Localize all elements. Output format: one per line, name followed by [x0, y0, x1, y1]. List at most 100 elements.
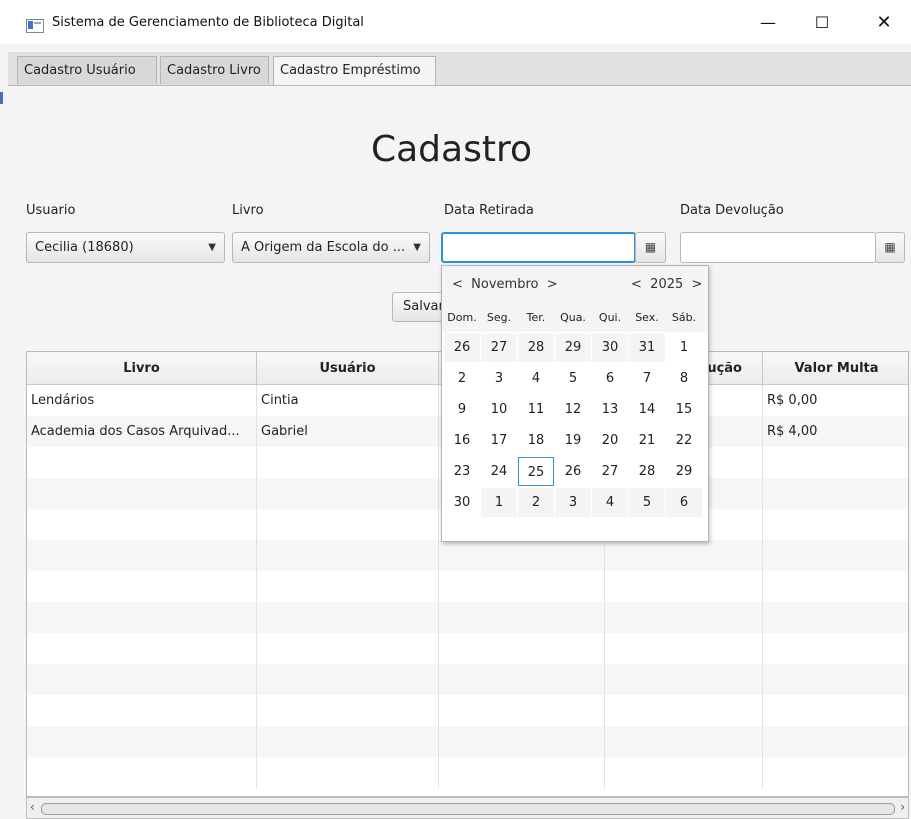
- livro-select[interactable]: A Origem da Escola do ... ▼: [232, 232, 430, 263]
- empty-cell: [27, 664, 257, 695]
- calendar-day[interactable]: 9: [444, 395, 480, 424]
- calendar-day[interactable]: 2: [518, 488, 554, 517]
- calendar-day[interactable]: 27: [592, 457, 628, 486]
- empty-row: [27, 602, 908, 633]
- horizontal-scrollbar[interactable]: ‹ ›: [26, 797, 909, 819]
- calendar-day[interactable]: 20: [592, 426, 628, 455]
- data-devolucao-calendar-button[interactable]: ▦: [875, 232, 905, 263]
- calendar-day[interactable]: 3: [481, 364, 517, 393]
- calendar-day[interactable]: 7: [629, 364, 665, 393]
- column-header-livro[interactable]: Livro: [27, 352, 257, 385]
- data-retirada-input[interactable]: [441, 232, 636, 263]
- calendar-day[interactable]: 17: [481, 426, 517, 455]
- next-year-button[interactable]: >: [692, 277, 703, 292]
- calendar-day[interactable]: 21: [629, 426, 665, 455]
- tab-cadastro-usuario[interactable]: Cadastro Usuário: [17, 56, 157, 84]
- column-header-usuario[interactable]: Usuário: [257, 352, 439, 385]
- weekday-label: Seg.: [486, 311, 512, 324]
- calendar-day[interactable]: 28: [518, 333, 554, 362]
- empty-cell: [257, 664, 439, 695]
- scroll-left-icon[interactable]: ‹: [30, 800, 35, 814]
- empty-cell: [27, 509, 257, 540]
- close-button[interactable]: ✕: [861, 8, 907, 38]
- calendar-day[interactable]: 3: [555, 488, 591, 517]
- date-picker-popup[interactable]: < Novembro > < 2025 > Dom. Seg. Ter. Qua. Qu…: [441, 265, 709, 542]
- page-title: Cadastro: [370, 129, 532, 170]
- calendar-day[interactable]: 1: [666, 333, 702, 362]
- previous-month-button[interactable]: <: [452, 277, 463, 292]
- calendar-day[interactable]: 5: [629, 488, 665, 517]
- data-devolucao-input[interactable]: [680, 232, 876, 263]
- calendar-day[interactable]: 6: [592, 364, 628, 393]
- minimize-button[interactable]: —: [745, 8, 791, 38]
- calendar-day[interactable]: 28: [629, 457, 665, 486]
- data-retirada-calendar-button[interactable]: ▦: [635, 232, 666, 263]
- calendar-day[interactable]: 2: [444, 364, 480, 393]
- calendar-day[interactable]: 26: [555, 457, 591, 486]
- calendar-day[interactable]: 5: [555, 364, 591, 393]
- maximize-button[interactable]: ☐: [799, 8, 845, 38]
- scrollbar-thumb[interactable]: [41, 803, 895, 815]
- livro-label: Livro: [232, 203, 264, 218]
- calendar-day[interactable]: 1: [481, 488, 517, 517]
- calendar-day[interactable]: 31: [629, 333, 665, 362]
- calendar-day[interactable]: 10: [481, 395, 517, 424]
- calendar-day[interactable]: 4: [592, 488, 628, 517]
- chevron-down-icon: ▼: [208, 242, 216, 253]
- empty-row: [27, 726, 908, 757]
- calendar-day[interactable]: 13: [592, 395, 628, 424]
- cell-usuario: Gabriel: [257, 416, 439, 447]
- empty-cell: [27, 726, 257, 757]
- weekday-label: Sex.: [635, 311, 659, 324]
- empty-cell: [257, 633, 439, 664]
- calendar-day[interactable]: 29: [666, 457, 702, 486]
- chevron-down-icon: ▼: [413, 242, 421, 253]
- empty-cell: [27, 447, 257, 478]
- calendar-day[interactable]: 14: [629, 395, 665, 424]
- scroll-right-icon[interactable]: ›: [900, 800, 905, 814]
- app-icon: [26, 19, 44, 33]
- weekday-label: Ter.: [526, 311, 546, 324]
- calendar-day[interactable]: 26: [444, 333, 480, 362]
- livro-select-value: A Origem da Escola do ...: [241, 240, 406, 255]
- calendar-day[interactable]: 4: [518, 364, 554, 393]
- calendar-day[interactable]: 15: [666, 395, 702, 424]
- calendar-day[interactable]: 16: [444, 426, 480, 455]
- empty-cell: [439, 664, 605, 695]
- empty-cell: [27, 571, 257, 602]
- year-spinner: < 2025 >: [631, 277, 702, 292]
- empty-cell: [257, 602, 439, 633]
- usuario-label: Usuario: [26, 203, 76, 218]
- cell-usuario: Cintia: [257, 385, 439, 416]
- calendar-day[interactable]: 22: [666, 426, 702, 455]
- usuario-select-value: Cecilia (18680): [35, 240, 134, 255]
- tab-cadastro-emprestimo[interactable]: Cadastro Empréstimo: [273, 56, 436, 85]
- previous-year-button[interactable]: <: [631, 277, 642, 292]
- empty-cell: [27, 540, 257, 571]
- usuario-select[interactable]: Cecilia (18680) ▼: [26, 232, 225, 263]
- calendar-day[interactable]: 25: [518, 457, 554, 486]
- calendar-day[interactable]: 6: [666, 488, 702, 517]
- calendar-day[interactable]: 11: [518, 395, 554, 424]
- calendar-day[interactable]: 8: [666, 364, 702, 393]
- empty-cell: [257, 726, 439, 757]
- calendar-day[interactable]: 12: [555, 395, 591, 424]
- tab-cadastro-livro[interactable]: Cadastro Livro: [160, 56, 269, 84]
- calendar-day[interactable]: 29: [555, 333, 591, 362]
- calendar-day[interactable]: 24: [481, 457, 517, 486]
- calendar-day[interactable]: 19: [555, 426, 591, 455]
- calendar-day[interactable]: 18: [518, 426, 554, 455]
- calendar-day[interactable]: 30: [592, 333, 628, 362]
- calendar-day[interactable]: 27: [481, 333, 517, 362]
- calendar-day[interactable]: 30: [444, 488, 480, 517]
- empty-cell: [605, 633, 763, 664]
- empty-cell: [27, 757, 257, 788]
- calendar-day[interactable]: 23: [444, 457, 480, 486]
- empty-cell: [257, 447, 439, 478]
- empty-cell: [257, 695, 439, 726]
- empty-cell: [257, 757, 439, 788]
- next-month-button[interactable]: >: [547, 277, 558, 292]
- column-header-valor-multa[interactable]: Valor Multa: [763, 352, 908, 385]
- weekday-label: Dom.: [447, 311, 477, 324]
- calendar-icon: ▦: [884, 240, 896, 254]
